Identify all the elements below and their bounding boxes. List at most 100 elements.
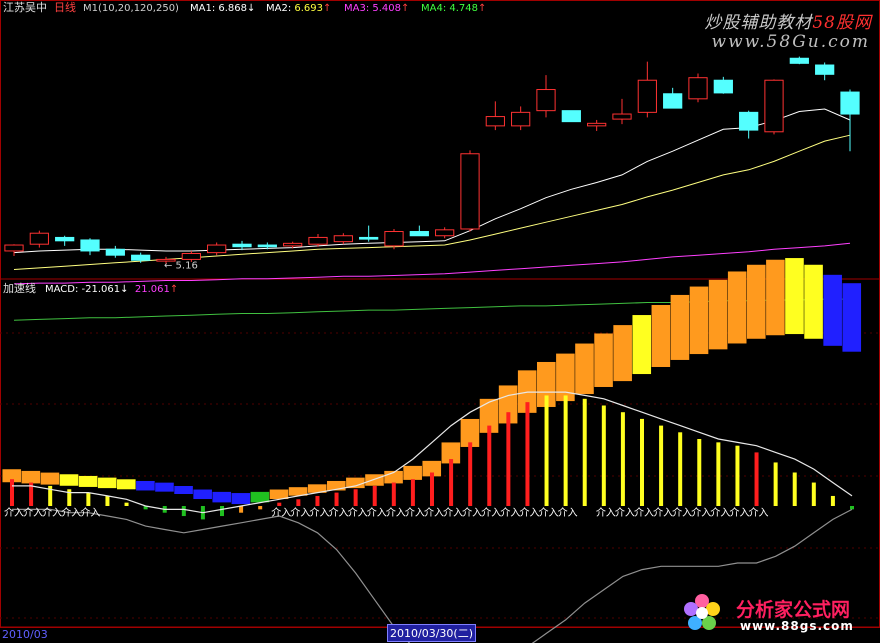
macd-bar-34 <box>659 425 664 506</box>
entry-signal-label-33: 介入 <box>634 507 654 519</box>
min-price-label: ← 5.16 <box>164 260 198 271</box>
macd-bar-38 <box>735 445 740 506</box>
macd-bar-43 <box>830 495 835 506</box>
entry-signal-label-34: 介入 <box>653 507 673 519</box>
candle-body-13 <box>333 235 353 243</box>
macd-bar-32 <box>620 412 625 506</box>
indicator-name[interactable]: 加速线 <box>3 283 36 295</box>
stock-chart-screen: ← 5.16 介入 介入 介入 介入 介入 介入 介入 介入 介入 介入 介入 介入 介入 介入 介入 介入介… <box>0 0 880 643</box>
macd-bar-12 <box>239 506 244 513</box>
macd-bar-40 <box>773 462 778 506</box>
macd-bar-5 <box>105 495 110 506</box>
candle-body-2 <box>55 236 75 242</box>
macd-bar-13 <box>258 506 263 510</box>
ma4-value: 4.748 <box>449 3 479 14</box>
entry-signal-label-26: 介入 <box>500 507 520 519</box>
candle-body-26 <box>663 93 683 109</box>
accel-bar-38 <box>727 271 747 344</box>
macd-label: MACD: <box>45 284 79 295</box>
candle-body-31 <box>789 57 809 64</box>
macd-value: -21.061 <box>81 284 121 295</box>
macd-bar-36 <box>697 439 702 506</box>
ma4-readout: MA4: 4.748↑ <box>421 3 486 15</box>
macd-bar-23 <box>449 459 454 506</box>
candle-body-4 <box>105 248 125 256</box>
candle-body-16 <box>409 231 429 237</box>
accel-bar-36 <box>689 286 709 355</box>
logo-title: 分析家公式网 <box>736 599 851 621</box>
ma3-readout: MA3: 5.408↑ <box>344 3 409 15</box>
accel-bar-2 <box>40 472 60 485</box>
ma3-arrow: ↑ <box>401 3 410 14</box>
accel-bar-29 <box>556 353 575 402</box>
candle-body-30 <box>764 79 784 133</box>
macd-bar-24 <box>468 442 473 506</box>
ma4-label: MA4: <box>421 3 447 14</box>
ma2-label: MA2: <box>266 3 292 14</box>
watermark-url: www.58Gu.com <box>711 32 870 52</box>
chart-canvas[interactable]: ← 5.16 介入 介入 介入 介入 介入 介入 介入 介入 介入 介入 介入 介入 介入 介入 介入 介入介… <box>0 0 880 643</box>
ma2-arrow: ↑ <box>323 3 332 14</box>
ma-line-1 <box>13 108 851 254</box>
macd-bar-17 <box>334 492 339 506</box>
accel-bar-5 <box>97 477 117 489</box>
macd-bar-42 <box>811 482 816 506</box>
indicator-panel: 介入 介入 介入 介入 介入 介入 介入 介入 介入 介入 介入 介入 介入 介入 介入 介入 介入 介入 介入 介入… <box>2 258 862 643</box>
candle-body-24 <box>612 113 632 120</box>
accel-bar-41 <box>785 258 804 335</box>
macd-bar-31 <box>601 405 606 506</box>
site-logo[interactable]: 分析家公式网 www.88gs.com <box>680 594 880 633</box>
macd-bar-19 <box>372 485 377 506</box>
candle-body-10 <box>257 244 277 248</box>
candle-body-33 <box>840 91 860 115</box>
accel-bar-44 <box>842 283 862 352</box>
candle-body-18 <box>460 153 480 230</box>
candle-body-3 <box>80 239 100 252</box>
accel-bar-1 <box>21 470 41 484</box>
ma2-value: 6.693 <box>294 3 324 14</box>
ma2-readout: MA2: 6.693↑ <box>266 3 331 15</box>
candle-body-27 <box>688 77 708 100</box>
accel-bar-40 <box>766 259 785 336</box>
accel-bar-11 <box>212 491 232 503</box>
entry-signal-label-22: 介入 <box>424 507 444 519</box>
ma-line-3 <box>13 242 851 285</box>
accel-bar-43 <box>823 274 842 346</box>
entry-signal-label-37: 介入 <box>710 507 730 519</box>
ma1-value: 6.868 <box>218 3 248 14</box>
candle-body-0 <box>4 244 24 252</box>
ma1-readout: MA1: 6.868↓ <box>190 3 255 15</box>
candle-body-5 <box>131 254 151 261</box>
axis-start-date: 2010/03 <box>2 628 48 641</box>
entry-signal-label-4: 介入 <box>80 507 100 519</box>
candle-body-1 <box>29 232 49 245</box>
entry-signal-label-3: 介入 <box>61 507 81 519</box>
accel-bar-4 <box>78 475 98 487</box>
entry-signal-label-2: 介入 <box>42 507 62 519</box>
macd-bar-33 <box>640 418 644 506</box>
entry-signal-label-35: 介入 <box>672 507 692 519</box>
ma-line-2 <box>13 134 851 270</box>
macd-bar-26 <box>506 412 511 506</box>
macd-bar-9 <box>181 506 186 517</box>
candle-body-11 <box>283 242 303 247</box>
macd-bar-28 <box>544 395 549 506</box>
candle-body-22 <box>561 110 581 123</box>
accel-bar-32 <box>613 325 632 382</box>
macd-bar-21 <box>410 479 415 506</box>
accel-bar-31 <box>594 333 613 387</box>
accel-bar-34 <box>651 304 671 367</box>
candle-body-14 <box>359 236 379 240</box>
accel-bar-39 <box>747 264 766 339</box>
macd-bar-4 <box>86 492 91 506</box>
period-label[interactable]: 日线 <box>54 2 76 14</box>
candle-body-15 <box>384 231 404 247</box>
accel-bar-6 <box>117 479 136 490</box>
ma1-label: MA1: <box>190 3 216 14</box>
accel-bar-35 <box>670 294 690 360</box>
macd-bar-6 <box>124 502 129 506</box>
macd-bar-22 <box>430 472 434 506</box>
candle-body-25 <box>637 79 657 113</box>
accel-bar-30 <box>575 343 594 395</box>
accel-bar-10 <box>193 489 212 500</box>
